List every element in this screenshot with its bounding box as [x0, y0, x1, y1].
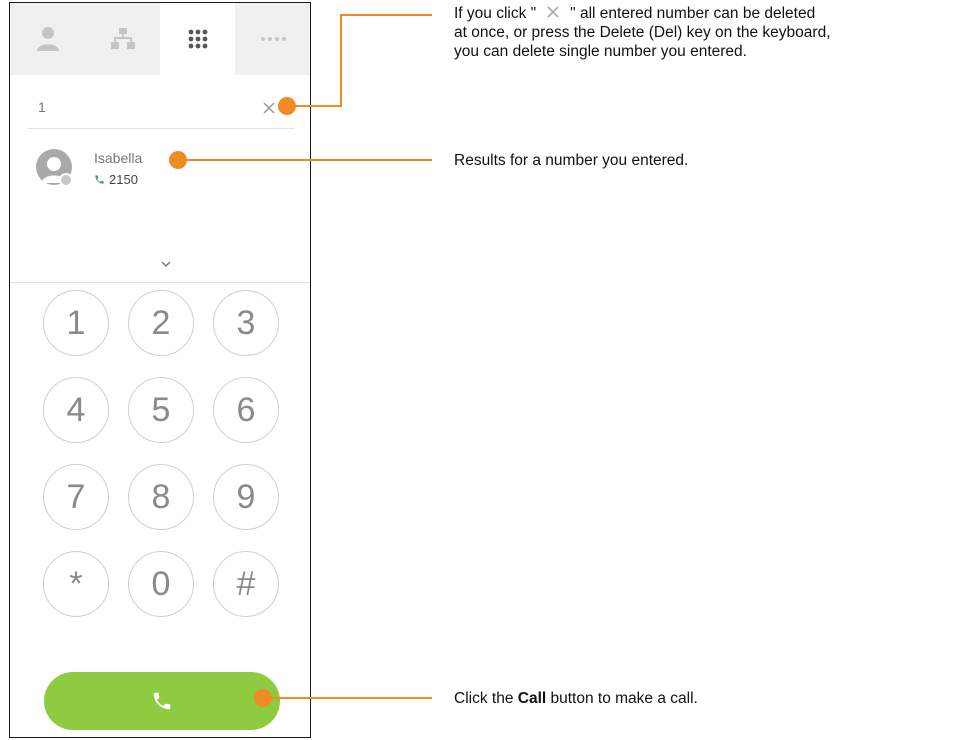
key-6[interactable]: 6 — [213, 377, 279, 443]
annotation-clear: If you click " " all entered number can b… — [454, 4, 969, 61]
callout-line-call — [266, 697, 432, 699]
org-chart-icon — [110, 28, 135, 49]
tab-bar — [10, 3, 310, 75]
key-hash[interactable]: # — [213, 551, 279, 617]
search-result-item[interactable]: Isabella 2150 — [36, 146, 236, 196]
call-button[interactable] — [44, 672, 280, 730]
close-icon — [547, 6, 559, 18]
close-icon[interactable] — [260, 99, 278, 117]
key-0[interactable]: 0 — [128, 551, 194, 617]
chevron-down-icon[interactable] — [159, 259, 173, 269]
key-4[interactable]: 4 — [43, 377, 109, 443]
key-5[interactable]: 5 — [128, 377, 194, 443]
annotation-clear-line3: you can delete single number you entered… — [454, 43, 747, 60]
dialpad-icon — [188, 29, 207, 49]
callout-line-results — [180, 159, 432, 161]
result-name: Isabella — [94, 150, 143, 166]
tab-dialpad[interactable] — [160, 3, 235, 75]
softphone-panel: 1 Isabella 2150 1 2 3 4 5 6 7 8 9 * 0 # — [9, 2, 311, 738]
key-3[interactable]: 3 — [213, 290, 279, 356]
dial-input-value: 1 — [38, 99, 46, 115]
key-9[interactable]: 9 — [213, 464, 279, 530]
result-number: 2150 — [109, 172, 138, 187]
divider — [10, 282, 310, 283]
annotation-clear-line2: at once, or press the Delete (Del) key o… — [454, 24, 831, 41]
key-7[interactable]: 7 — [43, 464, 109, 530]
key-2[interactable]: 2 — [128, 290, 194, 356]
phone-icon — [95, 175, 104, 184]
annotation-call: Click the Call button to make a call. — [454, 690, 698, 707]
key-1[interactable]: 1 — [43, 290, 109, 356]
callout-line-clear-vertical — [340, 14, 342, 107]
annotation-results: Results for a number you entered. — [454, 152, 689, 169]
dial-input-field[interactable]: 1 — [28, 90, 294, 129]
tab-contacts[interactable] — [10, 3, 85, 75]
callout-line-clear — [290, 105, 342, 107]
tab-org-chart[interactable] — [85, 3, 160, 75]
callout-line-clear-top — [340, 14, 432, 16]
more-icon — [260, 37, 286, 41]
phone-icon — [153, 692, 171, 710]
tab-more[interactable] — [235, 3, 310, 75]
annotation-clear-line1: If you click " " all entered number can b… — [454, 5, 816, 22]
result-number-row: 2150 — [94, 172, 138, 187]
key-8[interactable]: 8 — [128, 464, 194, 530]
avatar — [36, 149, 73, 187]
key-star[interactable]: * — [43, 551, 109, 617]
person-icon — [36, 27, 59, 51]
